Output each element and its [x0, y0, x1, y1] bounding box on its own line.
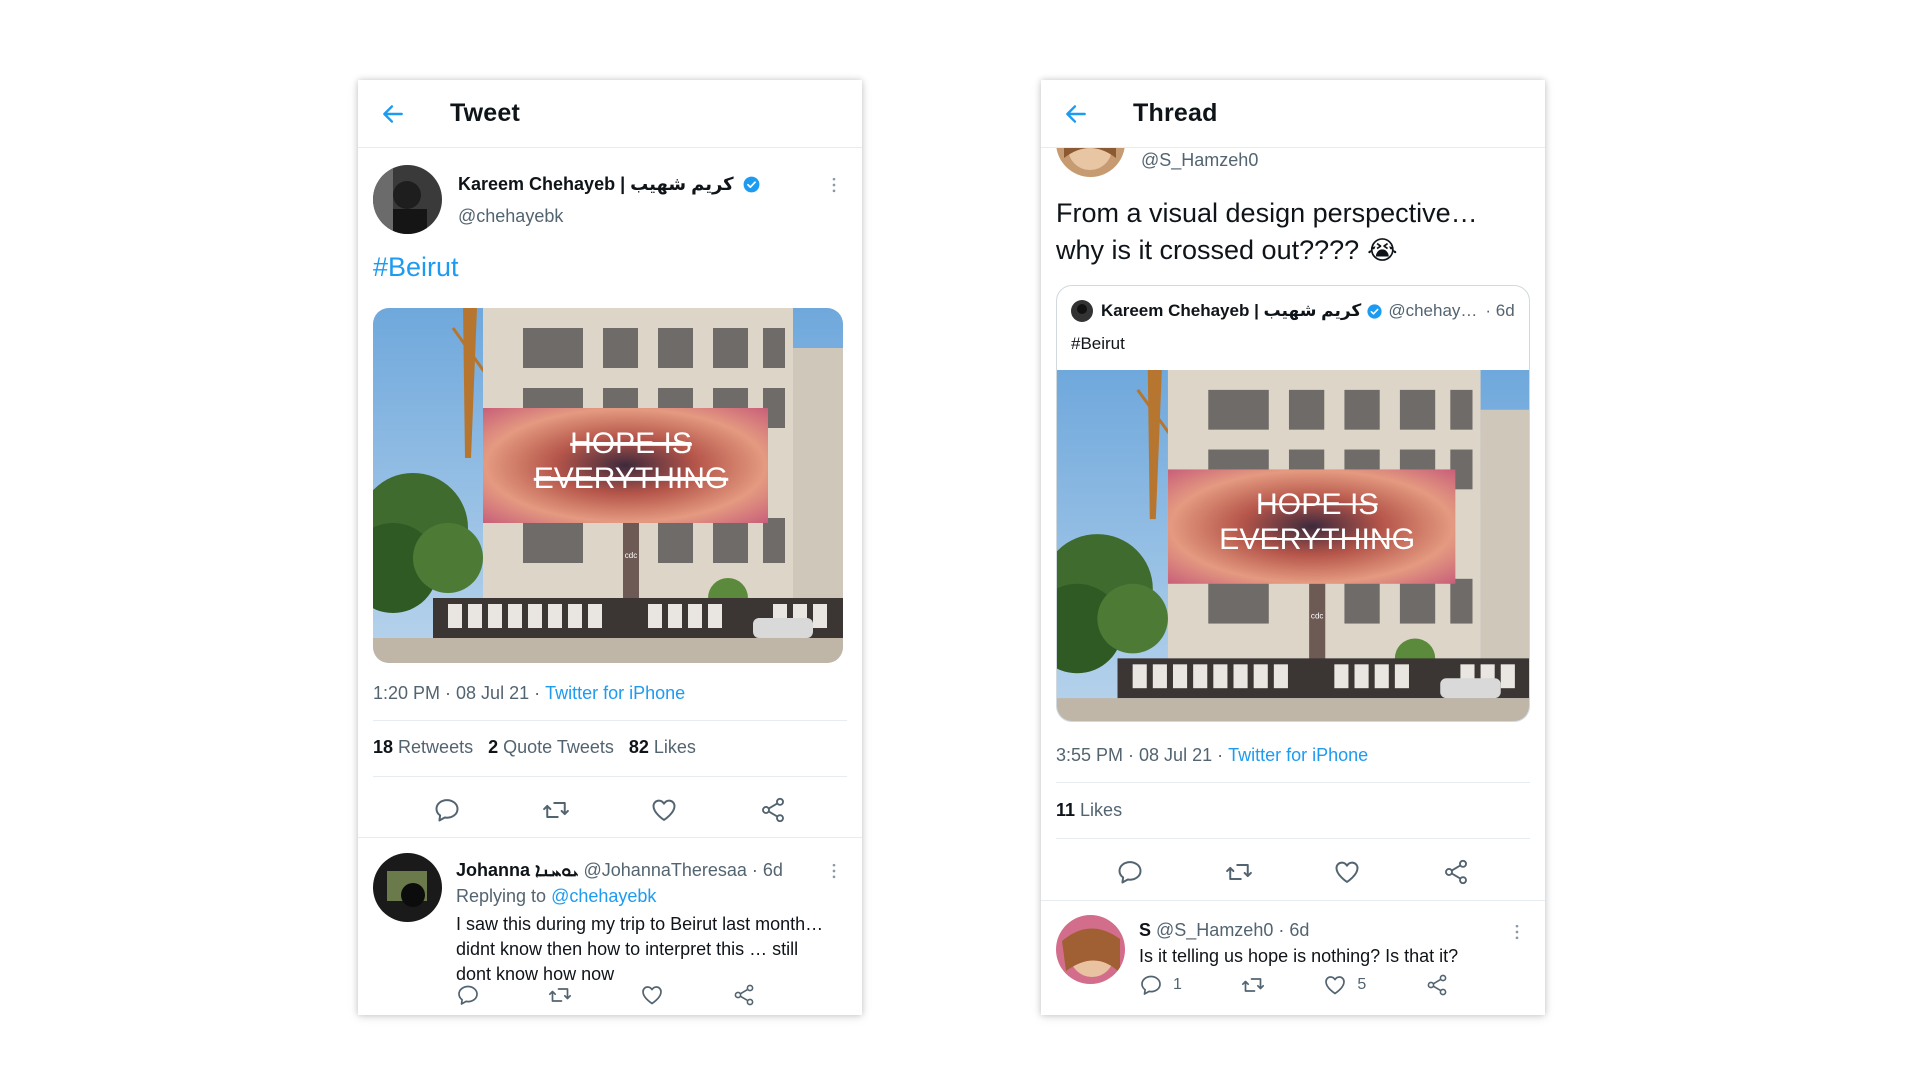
- tweet-text-line: From a visual design perspective…: [1056, 198, 1478, 228]
- share-icon[interactable]: [1442, 858, 1470, 886]
- stat-quote-tweets[interactable]: 2 Quote Tweets: [488, 737, 614, 758]
- timestamp: 1:20 PM · 08 Jul 21 ·: [373, 683, 546, 703]
- reply-author-row: Johanna ܝܘܚܢܐ @JohannaTheresaa · 6d: [456, 860, 783, 881]
- engagement-stats: 18 Retweets 2 Quote Tweets 82 Likes: [373, 737, 696, 758]
- divider: [1041, 900, 1545, 901]
- stat-likes[interactable]: 11 Likes: [1056, 800, 1122, 821]
- action-bar: [358, 790, 862, 830]
- author-handle[interactable]: @chehayebk: [458, 206, 563, 227]
- replying-to: Replying to @chehayebk: [456, 886, 656, 907]
- engagement-stats: 11 Likes: [1056, 800, 1122, 821]
- author-name[interactable]: Kareem Chehayeb | كريم شهيب: [458, 174, 734, 195]
- divider: [373, 720, 847, 721]
- reply-icon[interactable]: [433, 796, 461, 824]
- page-title: Tweet: [450, 99, 520, 127]
- stat-retweets[interactable]: 18 Retweets: [373, 737, 473, 758]
- reply-author-handle[interactable]: @JohannaTheresaa · 6d: [584, 860, 783, 881]
- crying-emoji-icon: 😭: [1367, 235, 1398, 265]
- reply-action[interactable]: 1: [1139, 973, 1182, 997]
- divider: [1056, 782, 1530, 783]
- reply-icon[interactable]: [1116, 858, 1144, 886]
- retweet-icon[interactable]: [1225, 858, 1253, 886]
- author-handle[interactable]: @S_Hamzeh0: [1141, 150, 1258, 171]
- source-link[interactable]: Twitter for iPhone: [1228, 745, 1368, 766]
- reply-action-bar: [456, 983, 756, 1007]
- reply-icon[interactable]: [456, 983, 480, 1007]
- tweet-photo[interactable]: HOPE IS EVERYTHING cdc: [373, 308, 843, 663]
- retweet-icon[interactable]: [548, 983, 572, 1007]
- back-arrow-icon[interactable]: [378, 99, 408, 129]
- quoted-avatar: [1071, 300, 1093, 322]
- reply-author-name[interactable]: Johanna ܝܘܚܢܐ: [456, 860, 579, 881]
- billboard-brand: cdc: [1311, 612, 1324, 621]
- author-name-row: Kareem Chehayeb | كريم شهيب: [458, 174, 761, 195]
- retweet-icon[interactable]: [542, 796, 570, 824]
- timestamp-row: 3:55 PM · 08 Jul 21 · Twitter for iPhone: [1056, 745, 1368, 766]
- tweet-detail-panel: Tweet Kareem Chehayeb | كريم شهيب @cheha…: [358, 80, 862, 1015]
- reply-text: Is it telling us hope is nothing? Is tha…: [1139, 946, 1459, 966]
- tweet-text-line: why is it crossed out????: [1056, 235, 1360, 265]
- quoted-text: #Beirut: [1071, 334, 1125, 353]
- like-count: 5: [1357, 976, 1367, 993]
- share-icon[interactable]: [759, 796, 787, 824]
- divider: [373, 776, 847, 777]
- quoted-tweet-card[interactable]: Kareem Chehayeb | كريم شهيب @chehay… · 6…: [1056, 285, 1530, 722]
- avatar[interactable]: [373, 165, 442, 234]
- reply-avatar[interactable]: [373, 853, 442, 922]
- verified-badge-icon: [742, 175, 761, 194]
- reply-text: I saw this during my trip to Beirut last…: [456, 912, 823, 987]
- reply-author-row: S @S_Hamzeh0 · 6d: [1139, 920, 1309, 941]
- more-icon[interactable]: [824, 175, 844, 200]
- thread-panel: Thread @S_Hamzeh0 From a visual design p…: [1041, 80, 1545, 1015]
- source-link[interactable]: Twitter for iPhone: [545, 683, 685, 704]
- replying-prefix: Replying to: [456, 886, 552, 906]
- reply-avatar[interactable]: [1056, 915, 1125, 984]
- billboard-brand: cdc: [625, 551, 637, 560]
- reply-author-handle[interactable]: @S_Hamzeh0 · 6d: [1156, 920, 1309, 941]
- tweet-text: From a visual design perspective… why is…: [1056, 195, 1478, 269]
- replying-handle[interactable]: @chehayebk: [551, 886, 656, 907]
- quoted-photo[interactable]: HOPE IS EVERYTHING cdc: [1057, 370, 1529, 721]
- like-icon[interactable]: [1333, 858, 1361, 886]
- top-bar: Thread: [1041, 80, 1545, 148]
- tweet-text-hashtag[interactable]: #Beirut: [373, 252, 459, 283]
- reply-text-line: I saw this during my trip to Beirut last…: [456, 914, 824, 934]
- retweet-icon[interactable]: [1241, 973, 1265, 997]
- share-icon[interactable]: [732, 983, 756, 1007]
- stat-likes[interactable]: 82 Likes: [629, 737, 696, 758]
- like-icon: [1323, 973, 1347, 997]
- like-icon[interactable]: [650, 796, 678, 824]
- reply-text-line: didnt know then how to interpret this … …: [456, 939, 799, 959]
- action-bar: [1041, 852, 1545, 892]
- divider: [1056, 838, 1530, 839]
- more-icon[interactable]: [824, 861, 844, 886]
- verified-badge-icon: [1366, 303, 1383, 320]
- like-action[interactable]: 5: [1323, 973, 1366, 997]
- reply-count: 1: [1173, 976, 1182, 993]
- quoted-author-handle: @chehay…: [1388, 301, 1478, 320]
- timestamp: 3:55 PM · 08 Jul 21 ·: [1056, 745, 1229, 765]
- more-icon[interactable]: [1507, 922, 1527, 947]
- quoted-author-row: Kareem Chehayeb | كريم شهيب @chehay… · 6…: [1071, 300, 1515, 322]
- divider: [358, 837, 862, 838]
- timestamp-row: 1:20 PM · 08 Jul 21 · Twitter for iPhone: [373, 683, 685, 704]
- page-title: Thread: [1133, 99, 1218, 127]
- back-arrow-icon[interactable]: [1061, 99, 1091, 129]
- quoted-time: · 6d: [1485, 301, 1515, 320]
- reply-action-bar: 1 5: [1139, 973, 1449, 997]
- quoted-author-name: Kareem Chehayeb | كريم شهيب: [1101, 301, 1362, 320]
- reply-icon: [1139, 973, 1163, 997]
- top-bar: Tweet: [358, 80, 862, 148]
- share-icon[interactable]: [1425, 973, 1449, 997]
- reply-author-name[interactable]: S: [1139, 920, 1151, 941]
- like-icon[interactable]: [640, 983, 664, 1007]
